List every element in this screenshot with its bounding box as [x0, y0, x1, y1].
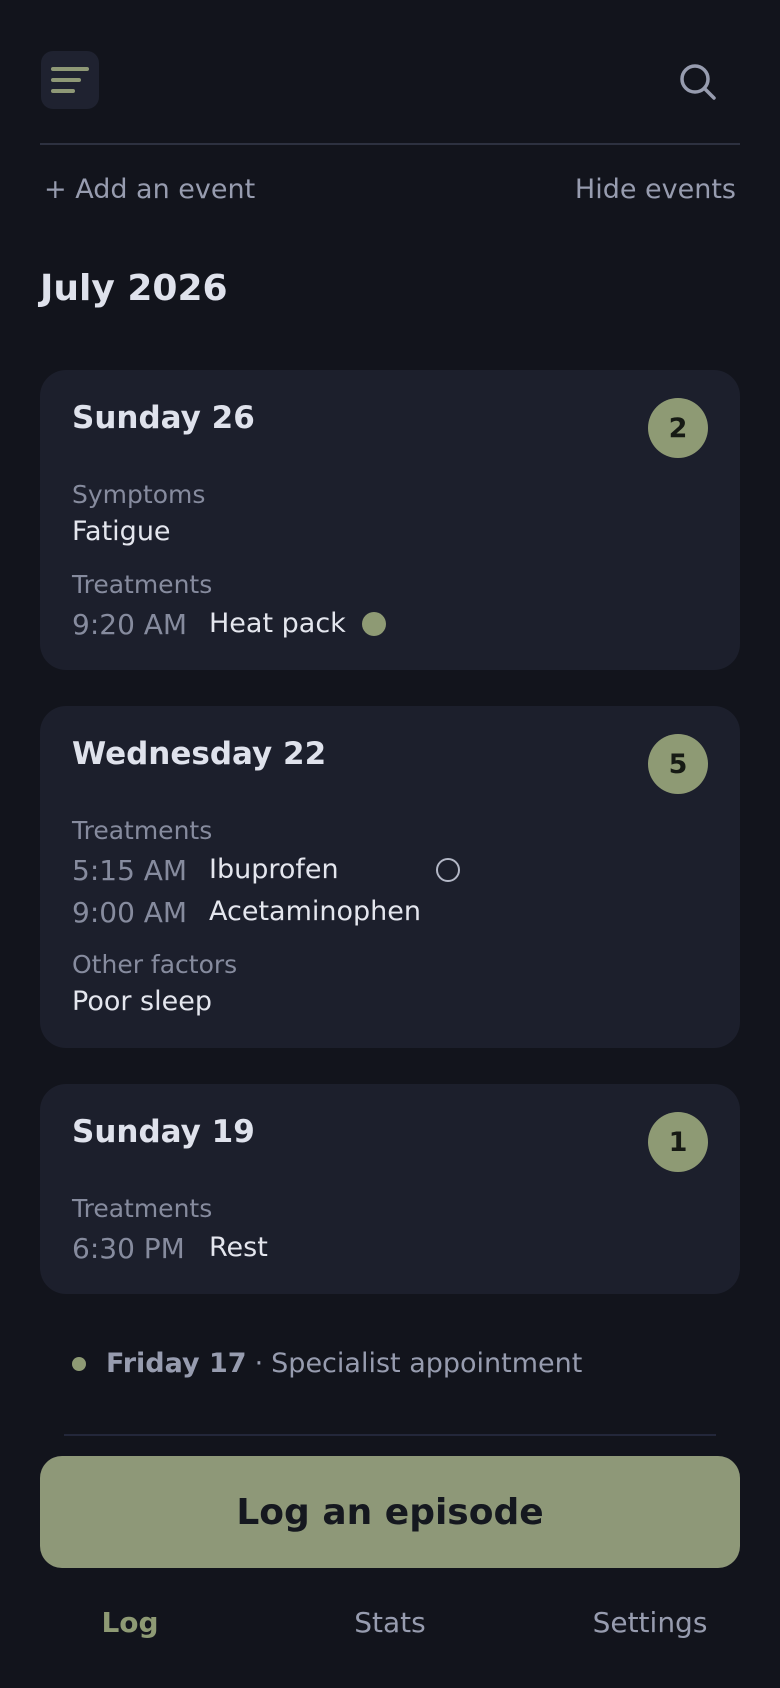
event-item[interactable]: Friday 17 · Specialist appointment: [72, 1348, 582, 1379]
episode-count-badge: 5: [648, 734, 708, 794]
treatment-name: Heat pack: [209, 608, 346, 639]
treatment-time: 9:00 AM: [72, 896, 188, 929]
other-factor-value: Poor sleep: [72, 986, 212, 1017]
treatment-name: Acetaminophen: [209, 896, 421, 927]
treatment-name: Ibuprofen: [209, 854, 339, 885]
tab-log[interactable]: Log: [30, 1606, 230, 1639]
event-day: Friday 17: [106, 1348, 247, 1379]
add-event-button[interactable]: + Add an event: [44, 174, 255, 205]
pending-marker-icon: [436, 858, 460, 882]
tab-stats[interactable]: Stats: [290, 1606, 490, 1639]
day-card-title: Sunday 26: [72, 400, 255, 436]
day-card-title: Wednesday 22: [72, 736, 327, 772]
day-card-title: Sunday 19: [72, 1114, 255, 1150]
treatment-time: 5:15 AM: [72, 854, 188, 887]
day-card-sunday-19[interactable]: Sunday 19 1 Treatments 6:30 PM Rest: [40, 1084, 740, 1294]
month-heading: July 2026: [40, 268, 228, 309]
treatment-name: Rest: [209, 1232, 268, 1263]
treatment-time: 6:30 PM: [72, 1232, 185, 1265]
menu-icon-bar: [51, 78, 81, 82]
event-dot-icon: [72, 1356, 86, 1371]
symptoms-label: Symptoms: [72, 480, 206, 509]
treatments-label: Treatments: [72, 1194, 213, 1223]
symptom-value: Fatigue: [72, 516, 171, 547]
hide-events-button[interactable]: Hide events: [575, 174, 736, 205]
episode-count-badge: 1: [648, 1112, 708, 1172]
log-episode-button[interactable]: Log an episode: [40, 1456, 740, 1568]
menu-button[interactable]: [41, 51, 99, 109]
effective-marker-icon: [362, 612, 386, 636]
search-button[interactable]: [676, 60, 720, 104]
day-card-sunday-26[interactable]: Sunday 26 2 Symptoms Fatigue Treatments …: [40, 370, 740, 670]
event-name: Specialist appointment: [271, 1348, 583, 1379]
menu-icon-bar: [51, 67, 89, 71]
treatments-label: Treatments: [72, 570, 213, 599]
header-divider: [40, 143, 740, 145]
tab-settings[interactable]: Settings: [550, 1606, 750, 1639]
day-card-wednesday-22[interactable]: Wednesday 22 5 Treatments 5:15 AM Ibupro…: [40, 706, 740, 1048]
menu-icon-bar: [51, 89, 75, 93]
bottom-divider: [64, 1434, 716, 1436]
search-icon: [680, 64, 716, 100]
treatment-time: 9:20 AM: [72, 608, 188, 641]
app-screen: + Add an event Hide events July 2026 Sun…: [0, 0, 780, 1688]
event-separator: ·: [254, 1348, 264, 1379]
other-factors-label: Other factors: [72, 950, 238, 979]
treatments-label: Treatments: [72, 816, 213, 845]
episode-count-badge: 2: [648, 398, 708, 458]
